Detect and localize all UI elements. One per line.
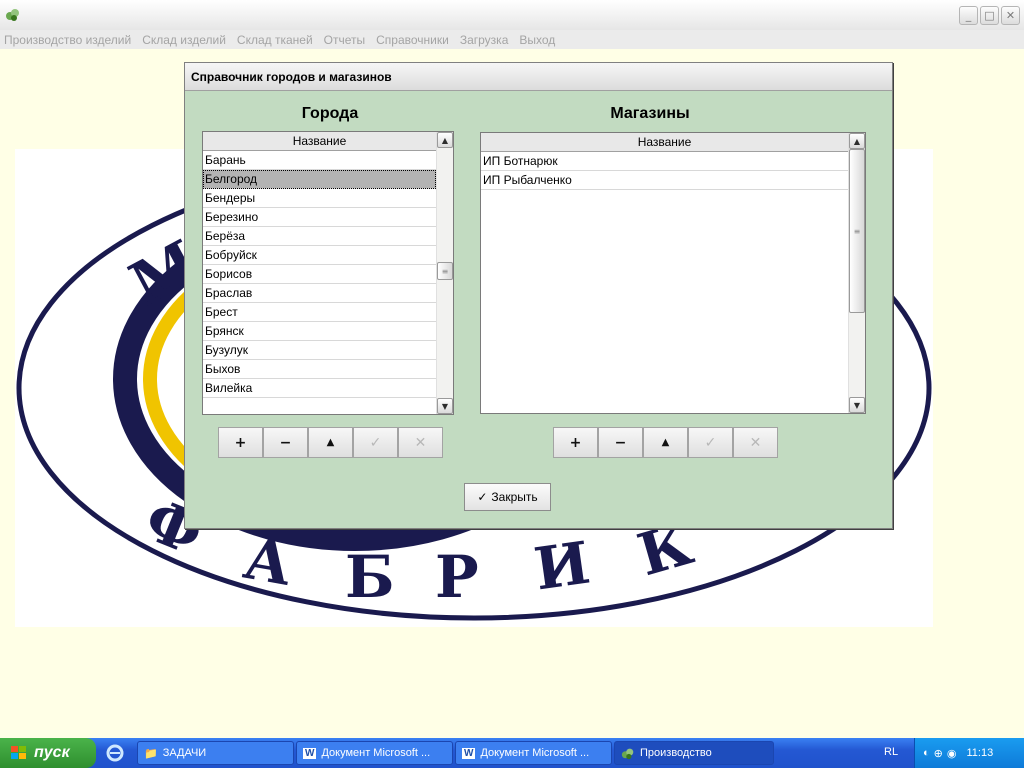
- menu-references[interactable]: Справочники: [376, 33, 449, 47]
- taskbar-item-word-2[interactable]: W Документ Microsoft ...: [455, 741, 612, 765]
- close-icon[interactable]: ✕: [1001, 6, 1020, 25]
- taskbar-item-production[interactable]: Производство: [614, 741, 774, 765]
- shops-column-header[interactable]: Название: [481, 133, 848, 152]
- language-indicator[interactable]: RL: [884, 746, 898, 758]
- cancel-city-button[interactable]: ✕: [398, 427, 443, 458]
- scroll-down-icon[interactable]: ▼: [437, 398, 453, 414]
- menu-products-stock[interactable]: Склад изделий: [142, 33, 226, 47]
- antivirus-icon[interactable]: ◉: [947, 747, 957, 760]
- shops-heading: Магазины: [610, 105, 690, 122]
- menu-loading[interactable]: Загрузка: [460, 33, 509, 47]
- internet-explorer-icon[interactable]: [106, 744, 124, 762]
- app-icon: [6, 9, 19, 21]
- cancel-shop-button[interactable]: ✕: [733, 427, 778, 458]
- shops-toolbar: + − ▲ ✓ ✕: [553, 427, 778, 458]
- add-city-button[interactable]: +: [218, 427, 263, 458]
- folder-icon: 📁: [144, 747, 158, 760]
- logo-letter-3: Б: [345, 543, 395, 611]
- taskbar-item-label: ЗАДАЧИ: [162, 747, 207, 759]
- start-label: пуск: [34, 744, 70, 761]
- dialog-title: Справочник городов и магазинов: [185, 63, 892, 91]
- menu-production[interactable]: Производство изделий: [4, 33, 131, 47]
- taskbar-item-label: Производство: [640, 747, 712, 759]
- scroll-up-icon[interactable]: ▲: [849, 133, 865, 149]
- scroll-up-icon[interactable]: ▲: [437, 132, 453, 148]
- city-row[interactable]: Быхов: [203, 360, 436, 379]
- speaker-icon[interactable]: ◐: [923, 747, 930, 759]
- cities-toolbar: + − ▲ ✓ ✕: [218, 427, 443, 458]
- scroll-thumb[interactable]: ≡: [849, 149, 865, 313]
- cities-shops-dialog: Справочник городов и магазинов Города Ма…: [184, 62, 893, 529]
- move-up-shop-button[interactable]: ▲: [643, 427, 688, 458]
- windows-flag-icon: [11, 746, 26, 759]
- checkmark-icon: ✓: [477, 490, 488, 504]
- shops-scrollbar[interactable]: ▲ ≡ ▼: [848, 133, 865, 413]
- shop-row[interactable]: ИП Рыбалченко: [481, 171, 848, 190]
- city-row-selected[interactable]: Белгород: [203, 170, 436, 189]
- app-titlebar: _ □ ✕: [0, 0, 1024, 31]
- minimize-icon[interactable]: _: [959, 6, 978, 25]
- scroll-down-icon[interactable]: ▼: [849, 397, 865, 413]
- cities-scrollbar[interactable]: ▲ ≡ ▼: [436, 132, 453, 414]
- cities-heading: Города: [301, 105, 359, 122]
- taskbar-item-label: Документ Microsoft ...: [321, 747, 431, 759]
- scroll-thumb[interactable]: ≡: [437, 262, 453, 280]
- maximize-icon[interactable]: □: [980, 6, 999, 25]
- city-row[interactable]: Березино: [203, 208, 436, 227]
- cities-column-header[interactable]: Название: [203, 132, 436, 151]
- close-dialog-button[interactable]: ✓ Закрыть: [464, 483, 551, 511]
- taskbar-item-label: Документ Microsoft ...: [480, 747, 590, 759]
- city-row[interactable]: Бузулук: [203, 341, 436, 360]
- confirm-city-button[interactable]: ✓: [353, 427, 398, 458]
- app-icon: [621, 748, 634, 760]
- city-row[interactable]: Барань: [203, 151, 436, 170]
- menu-fabric-stock[interactable]: Склад тканей: [237, 33, 313, 47]
- start-button[interactable]: пуск: [0, 738, 96, 768]
- word-doc-icon: W: [303, 747, 317, 759]
- taskbar: пуск 📁 ЗАДАЧИ W Документ Microsoft ... W…: [0, 738, 1024, 768]
- shops-list[interactable]: Название ИП Ботнарюк ИП Рыбалченко ▲ ≡ ▼: [480, 132, 866, 414]
- city-row[interactable]: Вилейка: [203, 379, 436, 398]
- taskbar-item-word-1[interactable]: W Документ Microsoft ...: [296, 741, 453, 765]
- city-row[interactable]: Борисов: [203, 265, 436, 284]
- logo-letter-5: И: [530, 529, 594, 604]
- city-row[interactable]: Брянск: [203, 322, 436, 341]
- word-doc-icon: W: [462, 747, 476, 759]
- remove-city-button[interactable]: −: [263, 427, 308, 458]
- add-shop-button[interactable]: +: [553, 427, 598, 458]
- menu-bar: Производство изделий Склад изделий Склад…: [0, 30, 1024, 49]
- cities-list[interactable]: Название Барань Белгород Бендеры Березин…: [202, 131, 454, 415]
- shop-row[interactable]: ИП Ботнарюк: [481, 152, 848, 171]
- confirm-shop-button[interactable]: ✓: [688, 427, 733, 458]
- network-icon[interactable]: ⊕: [934, 747, 943, 760]
- menu-exit[interactable]: Выход: [519, 33, 555, 47]
- close-dialog-label: Закрыть: [491, 490, 538, 504]
- remove-shop-button[interactable]: −: [598, 427, 643, 458]
- city-row[interactable]: Бендеры: [203, 189, 436, 208]
- city-row[interactable]: Браслав: [203, 284, 436, 303]
- logo-letter-4: Р: [435, 543, 479, 611]
- city-row[interactable]: Бобруйск: [203, 246, 436, 265]
- system-tray: ◐ ⊕ ◉ 11:13: [914, 738, 1024, 768]
- move-up-city-button[interactable]: ▲: [308, 427, 353, 458]
- menu-reports[interactable]: Отчеты: [324, 33, 365, 47]
- city-row[interactable]: Брест: [203, 303, 436, 322]
- city-row[interactable]: Берёза: [203, 227, 436, 246]
- clock: 11:13: [966, 747, 994, 759]
- taskbar-item-tasks[interactable]: 📁 ЗАДАЧИ: [137, 741, 294, 765]
- logo-letter-2: А: [239, 524, 297, 599]
